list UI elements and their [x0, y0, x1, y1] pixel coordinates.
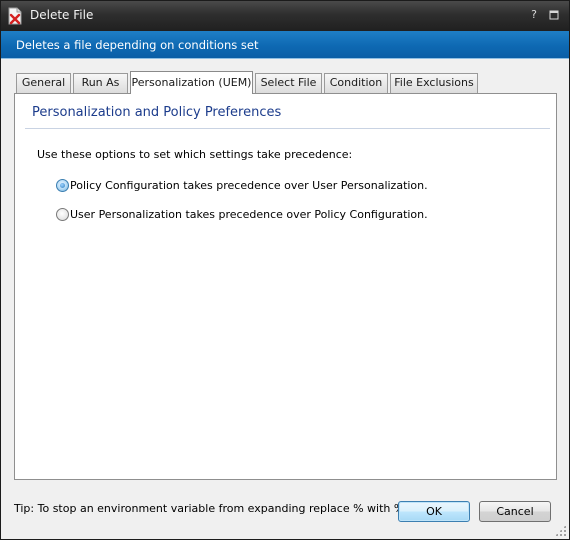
maximize-button[interactable]	[547, 7, 561, 23]
instruction-text: Use these options to set which settings …	[37, 148, 353, 161]
tip-text: Tip: To stop an environment variable fro…	[14, 502, 419, 515]
tab-run-as[interactable]: Run As	[73, 73, 128, 93]
maximize-icon	[549, 10, 559, 20]
delete-file-icon	[7, 7, 23, 25]
personalization-panel: Personalization and Policy Preferences U…	[14, 93, 557, 480]
tab-select-file[interactable]: Select File	[255, 73, 322, 93]
policy-precedence-radio[interactable]	[56, 179, 69, 192]
title-bar[interactable]: Delete File ?	[1, 1, 569, 31]
tab-personalization-uem[interactable]: Personalization (UEM)	[130, 71, 253, 94]
user-precedence-label: User Personalization takes precedence ov…	[70, 208, 428, 221]
user-precedence-radio[interactable]	[56, 208, 69, 221]
help-button[interactable]: ?	[527, 7, 541, 23]
delete-file-dialog: Delete File ? Deletes a file depending o…	[0, 0, 570, 540]
tab-file-exclusions[interactable]: File Exclusions	[390, 73, 478, 93]
resize-grip[interactable]	[555, 525, 566, 536]
window-title: Delete File	[30, 8, 94, 22]
tab-general[interactable]: General	[16, 73, 71, 93]
banner-description: Deletes a file depending on conditions s…	[16, 38, 259, 52]
description-banner: Deletes a file depending on conditions s…	[1, 31, 569, 59]
cancel-button[interactable]: Cancel	[479, 501, 551, 522]
policy-precedence-label: Policy Configuration takes precedence ov…	[70, 179, 428, 192]
section-divider	[25, 128, 550, 129]
ok-button[interactable]: OK	[398, 501, 470, 522]
section-title: Personalization and Policy Preferences	[32, 105, 282, 120]
tab-condition[interactable]: Condition	[324, 73, 388, 93]
